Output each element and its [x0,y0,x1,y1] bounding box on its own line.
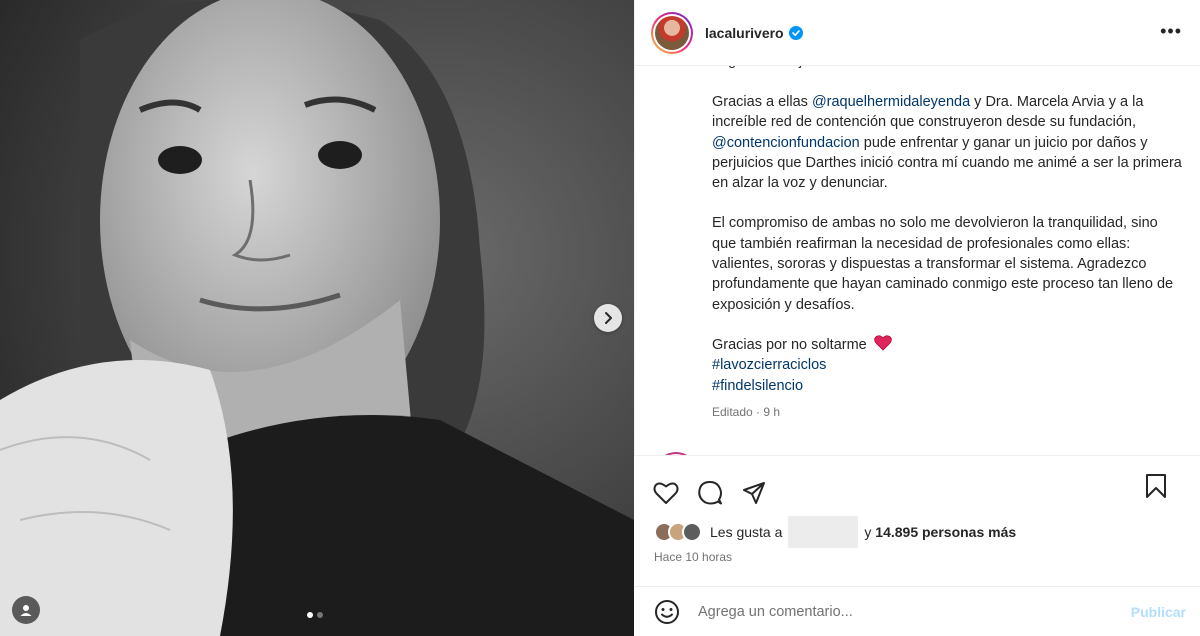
verified-badge-icon [788,25,803,40]
post-actions: Les gusta a y 14.895 personas más Hace 1… [634,455,1200,636]
like-button[interactable] [652,479,680,507]
save-button[interactable] [1142,472,1170,500]
comment-input[interactable] [698,604,1131,620]
caption-text: Gracias a ellas [712,94,812,110]
blurred-username [788,516,859,548]
likes-prefix: Les gusta a [710,524,783,540]
likes-conjunction: y [864,524,872,540]
caption-paragraph-2: El compromiso de ambas no solo me devolv… [712,215,1174,313]
username-link[interactable]: lacalurivero [705,25,784,41]
post-caption: largo como injusto. Gracias a ellas @raq… [712,58,1182,422]
comment-button[interactable] [696,479,724,507]
more-options-icon[interactable]: ••• [1160,22,1182,40]
likes-count-link[interactable]: 14.895 personas más [875,524,1016,540]
action-bar [634,456,1200,514]
liker-avatars[interactable] [654,522,702,542]
red-heart-emoji [873,335,892,351]
send-icon [743,482,765,504]
emoji-icon[interactable] [654,599,680,625]
caption-text: Gracias por no soltarme [712,336,867,353]
avatar [682,522,702,542]
next-media-button[interactable] [594,304,622,332]
mention-link[interactable]: @raquelhermidaleyenda [812,94,970,110]
likes-summary: Les gusta a y 14.895 personas más [634,516,1200,548]
post-photo [0,0,634,636]
user-icon [20,605,32,616]
publish-button[interactable]: Publicar [1131,604,1186,620]
caption-paragraph-3: Gracias por no soltarme #lavozcierracicl… [712,335,1182,396]
post-timestamp: Hace 10 horas [654,550,733,564]
caption-paragraph-1: Gracias a ellas @raquelhermidaleyenda y … [712,92,1182,193]
chevron-right-icon [605,312,612,324]
bookmark-icon [1146,474,1166,498]
heart-outline-icon [653,482,679,504]
carousel-dot-active [307,612,313,618]
carousel-dot [317,612,323,618]
carousel-indicator [307,612,323,618]
avatar[interactable] [651,11,693,54]
tagged-users-button[interactable] [12,596,40,624]
comment-icon [698,481,722,505]
edited-timestamp: Editado · 9 h [712,404,781,419]
hashtag-link[interactable]: #lavozcierraciclos [712,355,1182,375]
comment-bar: Publicar [634,586,1200,636]
hashtag-link[interactable]: #findelsilencio [712,376,1182,396]
share-button[interactable] [740,479,768,507]
post-header: lacalurivero ••• [635,0,1200,66]
mention-link[interactable]: @contencionfundacion [712,135,860,151]
avatar-image [655,15,689,50]
post-media [0,0,634,636]
